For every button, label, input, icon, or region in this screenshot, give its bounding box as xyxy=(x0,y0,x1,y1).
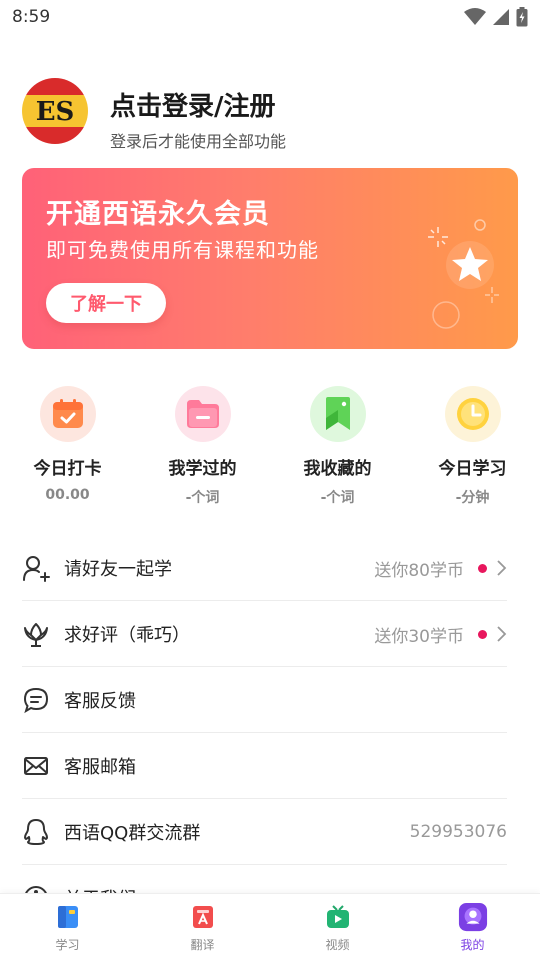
qq-group-number: 529953076 xyxy=(409,822,507,842)
nav-tab-profile[interactable]: 我的 xyxy=(405,902,540,953)
profile-header[interactable]: ES 点击登录/注册 登录后才能使用全部功能 xyxy=(22,78,522,151)
nav-tab-video[interactable]: 视频 xyxy=(270,902,405,953)
nav-label: 翻译 xyxy=(190,938,215,952)
learn-more-button[interactable]: 了解一下 xyxy=(46,283,166,323)
status-time: 8:59 xyxy=(12,7,51,27)
calendar-check-icon xyxy=(52,399,83,428)
stat-label: 今日学习 xyxy=(438,459,507,479)
menu-label: 客服邮箱 xyxy=(64,756,136,778)
nav-label: 学习 xyxy=(55,938,80,952)
mail-icon xyxy=(22,752,50,780)
stat-value: -个词 xyxy=(320,490,355,506)
stat-value: 00.00 xyxy=(45,487,90,503)
login-subtitle: 登录后才能使用全部功能 xyxy=(110,132,287,151)
stat-value: -个词 xyxy=(185,490,220,506)
bottom-nav: 学习 翻译 视频 我的 xyxy=(0,893,540,960)
menu-reward: 送你80学币 xyxy=(374,560,464,581)
banner-title: 开通西语永久会员 xyxy=(46,199,270,230)
nav-tab-study[interactable]: 学习 xyxy=(0,902,135,953)
battery-icon xyxy=(516,7,528,27)
stat-label: 我学过的 xyxy=(168,459,237,479)
menu-label: 客服反馈 xyxy=(64,690,136,712)
bookmark-icon xyxy=(325,397,350,430)
chevron-right-icon xyxy=(497,626,507,642)
status-bar: 8:59 xyxy=(0,0,540,34)
stat-icon-bg xyxy=(39,386,96,442)
vip-banner[interactable]: 开通西语永久会员 即可免费使用所有课程和功能 了解一下 xyxy=(22,168,518,349)
notification-dot xyxy=(478,563,487,573)
menu-label: 请好友一起学 xyxy=(64,558,172,580)
stat-icon-bg xyxy=(444,386,501,442)
stat-favorites[interactable]: 我收藏的 -个词 xyxy=(270,386,405,507)
nav-label: 我的 xyxy=(460,938,485,952)
menu-item-invite-friend[interactable]: 请好友一起学 送你80学币 xyxy=(22,535,507,601)
stats-row: 今日打卡 00.00 我学过的 -个词 我收藏的 -个词 今日学习 -分钟 xyxy=(0,386,540,506)
star-decoration-icon xyxy=(428,219,499,329)
menu-right: 送你30学币 xyxy=(374,601,507,667)
nav-tab-translate[interactable]: 翻译 xyxy=(135,902,270,953)
clock-icon xyxy=(456,398,489,430)
stat-icon-bg xyxy=(174,386,231,442)
flower-icon xyxy=(22,620,50,648)
avatar-text: ES xyxy=(36,97,75,127)
qq-icon xyxy=(22,818,50,846)
stat-checkin[interactable]: 今日打卡 00.00 xyxy=(0,386,135,503)
stat-study-time[interactable]: 今日学习 -分钟 xyxy=(405,386,540,507)
menu-list: 请好友一起学 送你80学币 求好评（乖巧） 送你30学币 客服反馈 客服邮箱 西… xyxy=(22,535,507,931)
stat-learned[interactable]: 我学过的 -个词 xyxy=(135,386,270,507)
chevron-right-icon xyxy=(497,560,507,576)
notification-dot xyxy=(478,629,487,639)
menu-item-email[interactable]: 客服邮箱 xyxy=(22,733,507,799)
invite-user-icon xyxy=(22,554,50,582)
stat-icon-bg xyxy=(309,386,366,442)
tv-icon xyxy=(323,902,353,932)
folder-icon xyxy=(186,400,219,428)
cellular-signal-icon xyxy=(493,9,509,25)
avatar[interactable]: ES xyxy=(22,78,88,144)
menu-item-feedback[interactable]: 客服反馈 xyxy=(22,667,507,733)
wifi-icon xyxy=(464,8,486,25)
menu-label: 西语QQ群交流群 xyxy=(64,822,201,844)
banner-subtitle: 即可免费使用所有课程和功能 xyxy=(46,238,319,262)
menu-right: 529953076 xyxy=(410,799,507,865)
book-icon xyxy=(53,902,83,932)
stat-label: 今日打卡 xyxy=(33,459,102,479)
translate-icon xyxy=(188,902,218,932)
status-icons xyxy=(464,7,528,27)
menu-label: 求好评（乖巧） xyxy=(64,624,190,646)
stat-label: 我收藏的 xyxy=(303,459,372,479)
profile-icon xyxy=(458,902,488,932)
menu-item-qq-group[interactable]: 西语QQ群交流群 529953076 xyxy=(22,799,507,865)
menu-item-rate-app[interactable]: 求好评（乖巧） 送你30学币 xyxy=(22,601,507,667)
menu-reward: 送你30学币 xyxy=(374,626,464,647)
login-title[interactable]: 点击登录/注册 xyxy=(110,86,276,123)
nav-label: 视频 xyxy=(325,938,350,952)
chat-bubble-icon xyxy=(22,686,50,714)
menu-right: 送你80学币 xyxy=(374,535,507,601)
stat-value: -分钟 xyxy=(455,490,490,506)
